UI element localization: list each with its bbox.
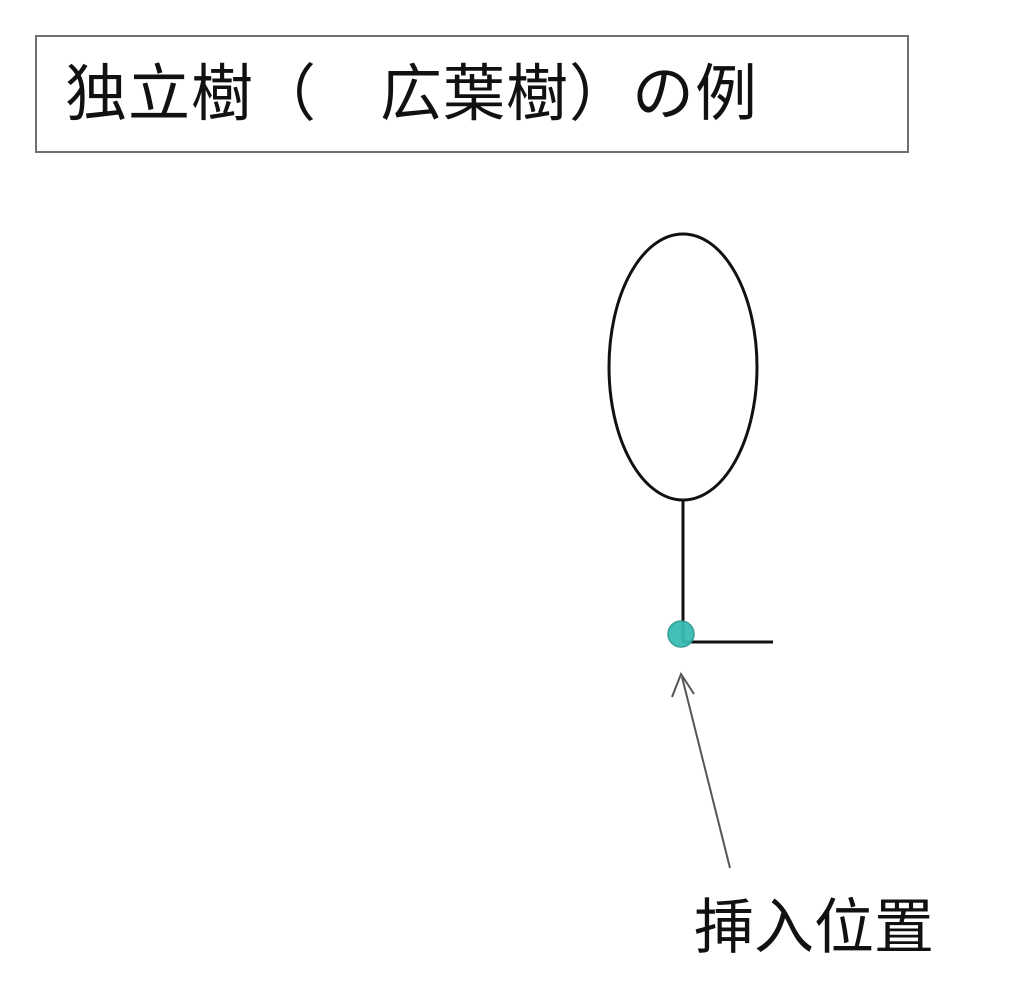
tree-diagram: [607, 232, 773, 869]
insertion-position-label: 挿入位置: [694, 893, 934, 963]
callout-arrow: [681, 676, 731, 869]
callout-arrow-head: [671, 671, 695, 698]
tree-crown: [607, 232, 759, 502]
broadleaf-tree-icon: [607, 232, 773, 644]
insertion-point-marker: [667, 620, 695, 648]
